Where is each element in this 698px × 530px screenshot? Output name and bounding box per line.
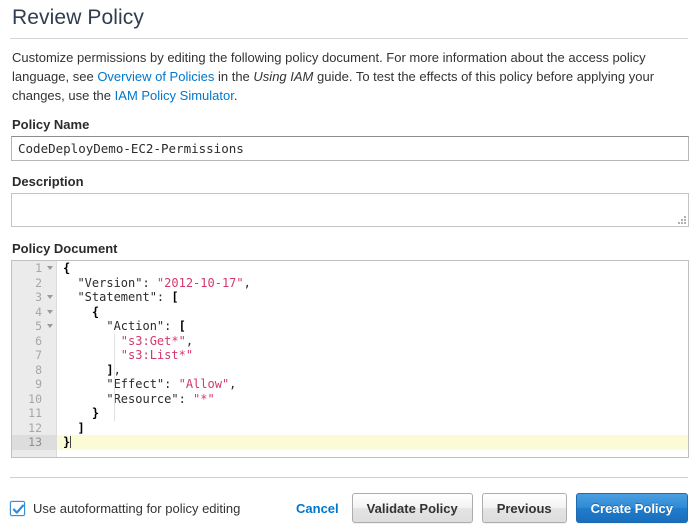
fold-triangle-icon[interactable]	[47, 324, 53, 328]
policy-document-editor[interactable]: 1 2 3 4 5 6 7 8 9 10 11 12 13 { "Version": "2012-10-…	[11, 260, 689, 458]
review-policy-page: Review Policy Customize permissions by e…	[0, 0, 698, 530]
gutter-line-2[interactable]: 2	[12, 276, 56, 291]
text-caret	[70, 436, 72, 448]
footer-divider	[10, 477, 688, 478]
code-token: ]	[106, 362, 114, 377]
fold-triangle-icon[interactable]	[47, 309, 53, 314]
footer-bar: Use autoformatting for policy editing Ca…	[10, 492, 688, 524]
description-label: Description	[12, 174, 84, 189]
code-token: "Action":	[63, 319, 179, 333]
policy-document-label: Policy Document	[12, 241, 118, 256]
overview-of-policies-link[interactable]: Overview of Policies	[97, 69, 214, 84]
code-token: "s3:Get*"	[120, 333, 186, 348]
page-title: Review Policy	[12, 6, 145, 29]
code-token: ,	[229, 377, 237, 391]
code-token: [	[178, 319, 186, 333]
gutter-line-13[interactable]: 13	[12, 435, 56, 450]
autoformat-checkbox-row[interactable]: Use autoformatting for policy editing	[10, 500, 241, 516]
fold-triangle-icon[interactable]	[47, 266, 53, 270]
intro-paragraph: Customize permissions by editing the fol…	[12, 48, 688, 105]
code-line-10[interactable]: "Resource": "*"	[57, 392, 688, 407]
intro-text-4: .	[233, 88, 238, 103]
gutter-line-5[interactable]: 5	[12, 319, 56, 334]
code-token: }	[63, 435, 71, 449]
code-token: "*"	[193, 391, 215, 406]
code-token: ,	[185, 333, 194, 348]
gutter-line-9[interactable]: 9	[12, 377, 56, 392]
indent-guide	[114, 333, 115, 421]
check-icon	[12, 504, 25, 514]
iam-policy-simulator-link[interactable]: IAM Policy Simulator	[115, 88, 234, 103]
code-line-11[interactable]: }	[57, 406, 688, 421]
code-token: "2012-10-17"	[156, 275, 244, 290]
gutter-line-8[interactable]: 8	[12, 363, 56, 378]
gutter-line-7[interactable]: 7	[12, 348, 56, 363]
footer-actions: Cancel Validate Policy Previous Create P…	[292, 493, 688, 523]
code-line-6[interactable]: "s3:Get*",	[57, 334, 688, 349]
fold-triangle-icon[interactable]	[47, 295, 53, 299]
policy-name-label: Policy Name	[12, 117, 90, 132]
autoformat-label: Use autoformatting for policy editing	[33, 500, 241, 516]
code-line-1[interactable]: {	[57, 261, 688, 276]
code-line-9[interactable]: "Effect": "Allow",	[57, 377, 688, 392]
code-token: "s3:List*"	[120, 348, 194, 362]
gutter-line-1[interactable]: 1	[12, 261, 56, 276]
policy-name-input[interactable]	[11, 136, 689, 161]
code-token: "Version":	[63, 275, 157, 290]
previous-button[interactable]: Previous	[481, 493, 567, 523]
code-line-7[interactable]: "s3:List*"	[57, 348, 688, 363]
code-line-8[interactable]: ],	[57, 363, 688, 378]
description-field-wrap	[11, 193, 689, 227]
gutter-line-4[interactable]: 4	[12, 305, 56, 320]
gutter-line-3[interactable]: 3	[12, 290, 56, 305]
code-line-5[interactable]: "Action": [	[57, 319, 688, 334]
title-divider	[10, 38, 688, 39]
code-token: [	[171, 290, 179, 304]
gutter-line-6[interactable]: 6	[12, 334, 56, 349]
code-token: {	[63, 261, 71, 275]
editor-code-area[interactable]: { "Version": "2012-10-17", "Statement": …	[57, 261, 688, 457]
code-token: "Allow"	[178, 377, 230, 391]
code-token: ]	[77, 420, 85, 435]
validate-policy-button[interactable]: Validate Policy	[351, 493, 473, 523]
code-line-4[interactable]: {	[57, 305, 688, 320]
code-line-2[interactable]: "Version": "2012-10-17",	[57, 276, 688, 291]
code-line-3[interactable]: "Statement": [	[57, 290, 688, 305]
intro-text-2: in the	[217, 69, 250, 84]
autoformat-checkbox[interactable]	[10, 500, 25, 516]
code-token: "Effect":	[63, 377, 179, 391]
code-token: {	[91, 304, 100, 319]
cancel-button[interactable]: Cancel	[292, 501, 343, 516]
code-line-13[interactable]: }	[57, 435, 688, 450]
code-token: "Statement":	[63, 290, 172, 304]
intro-italic-using-iam: Using IAM	[253, 69, 314, 84]
code-line-12[interactable]: ]	[57, 421, 688, 436]
code-token: ,	[243, 275, 251, 290]
code-token: }	[91, 406, 100, 420]
gutter-line-10[interactable]: 10	[12, 392, 56, 407]
gutter-line-12[interactable]: 12	[12, 421, 56, 436]
description-textarea[interactable]	[11, 193, 689, 227]
code-token: "Resource":	[63, 391, 194, 406]
gutter-line-11[interactable]: 11	[12, 406, 56, 421]
editor-gutter[interactable]: 1 2 3 4 5 6 7 8 9 10 11 12 13	[12, 261, 57, 457]
create-policy-button[interactable]: Create Policy	[575, 493, 688, 523]
